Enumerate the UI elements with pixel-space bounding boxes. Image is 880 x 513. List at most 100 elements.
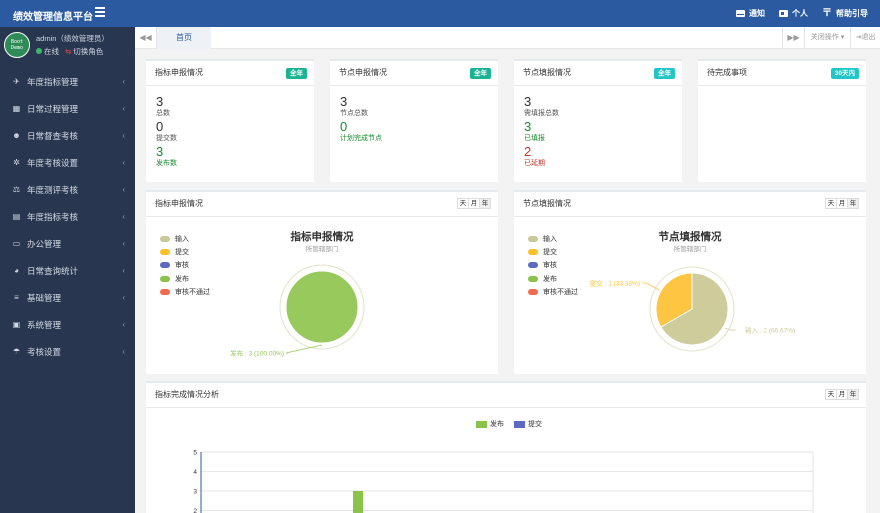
exit-label: 退出 xyxy=(861,34,876,41)
sidebar-item-8[interactable]: ≡ 基础管理 ‹ xyxy=(0,284,135,311)
sidebar-nav: ✈ 年度指标管理 ‹ ▦ 日常过程管理 ‹ ☻ 日常督查考核 ‹ ✲ 年度考核设置 ‹ ⚖ 年度测评考核 ‹… xyxy=(0,68,135,365)
send-icon: ✈ xyxy=(13,77,20,86)
chevron-left-icon: ‹ xyxy=(122,212,125,221)
profile-button[interactable]: 个人 xyxy=(779,8,808,19)
notify-label: 通知 xyxy=(749,9,765,18)
y-tick-label: 4 xyxy=(193,469,197,476)
card-body xyxy=(698,86,866,104)
app-brand[interactable]: 绩效管理信息平台 xyxy=(13,8,93,23)
card-header: 节点填报情况 全年 xyxy=(514,61,682,86)
close-ops-dropdown[interactable]: 关闭操作 ▾ xyxy=(804,27,850,49)
pie-data-label: 输入 : 2 (66.67%) xyxy=(745,326,795,335)
y-tick-label: 3 xyxy=(193,489,197,496)
switch-icon: ⇆ xyxy=(65,47,72,56)
pie-slice-发布[interactable] xyxy=(285,270,359,344)
calculator-icon: ▤ xyxy=(12,212,21,221)
calendar-icon: ▦ xyxy=(12,104,21,113)
switch-role-link[interactable]: ⇆ 切换角色 xyxy=(65,46,103,57)
stat-card-2: 节点填报情况 全年 3 需填报总数 3 已填报 2 已延期 xyxy=(514,59,682,182)
sidebar-item-label: 日常督查考核 xyxy=(27,130,79,141)
stat-card-3: 待完成事项 30天内 xyxy=(698,59,866,182)
avatar-text-bottom: Demo xyxy=(10,45,24,51)
pie-label-line xyxy=(724,327,736,331)
menu-toggle-icon[interactable] xyxy=(95,7,105,18)
sidebar-item-0[interactable]: ✈ 年度指标管理 ‹ xyxy=(0,68,135,95)
help-button[interactable]: 〒 帮助引导 xyxy=(822,8,868,19)
profile-label: 个人 xyxy=(792,9,808,18)
chevron-left-icon: ‹ xyxy=(122,347,125,356)
card-badge: 全年 xyxy=(286,68,307,79)
sidebar-item-2[interactable]: ☻ 日常督查考核 ‹ xyxy=(0,122,135,149)
card-label: 节点总数 xyxy=(340,110,368,117)
close-ops-label: 关闭操作 xyxy=(810,34,839,41)
tab-scroll-right-icon[interactable]: ▶▶ xyxy=(782,27,804,49)
sidebar-item-label: 年度测评考核 xyxy=(27,184,79,195)
chevron-left-icon: ‹ xyxy=(122,185,125,194)
card-value: 2 xyxy=(524,144,532,159)
pie-chart-indicator: 发布 : 3 (100.00%) xyxy=(230,264,365,358)
chevron-left-icon: ‹ xyxy=(122,320,125,329)
envelope-icon xyxy=(736,10,745,17)
avatar[interactable]: Boot Demo xyxy=(4,32,30,58)
top-navbar: 绩效管理信息平台 通知 个人 〒 帮助引导 xyxy=(0,0,880,27)
help-label: 帮助引导 xyxy=(836,9,868,18)
sidebar-item-label: 系统管理 xyxy=(27,319,62,330)
card-label: 已填报 xyxy=(524,135,545,142)
card-badge: 30天内 xyxy=(830,68,859,79)
card-badge: 全年 xyxy=(654,68,675,79)
sidebar-item-label: 年度指标考核 xyxy=(27,211,79,222)
card-label: 总数 xyxy=(156,110,170,117)
user-status-row: 在线 ⇆ 切换角色 xyxy=(36,46,103,57)
card-label: 提交数 xyxy=(156,135,177,142)
sidebar-item-1[interactable]: ▦ 日常过程管理 ‹ xyxy=(0,95,135,122)
sidebar-item-6[interactable]: ▭ 办公管理 ‹ xyxy=(0,230,135,257)
exit-button[interactable]: ⇥退出 xyxy=(850,27,880,49)
sidebar-item-label: 年度考核设置 xyxy=(27,157,79,168)
tab-scroll-left-icon[interactable]: ◀◀ xyxy=(135,27,157,49)
sidebar-item-9[interactable]: ▣ 系统管理 ‹ xyxy=(0,311,135,338)
online-dot-icon xyxy=(36,48,42,54)
chevron-left-icon: ‹ xyxy=(122,77,125,86)
laptop-icon: ▭ xyxy=(12,239,21,248)
bar-发布[interactable] xyxy=(353,491,363,513)
card-label: 已延期 xyxy=(524,160,545,167)
sidebar-item-label: 日常过程管理 xyxy=(27,103,79,114)
scale-icon: ⚖ xyxy=(12,185,21,194)
bar-chart-completion: 2 3 4 5 xyxy=(193,450,814,513)
pie-panel-node: 节点填报情况 天 月 年 输入 提交 审核 发布 审核不通过 节点填报情况 所管辖部门 … xyxy=(514,190,866,374)
notify-button[interactable]: 通知 xyxy=(736,8,765,19)
card-value: 3 xyxy=(156,144,164,159)
sidebar-item-4[interactable]: ⚖ 年度测评考核 ‹ xyxy=(0,176,135,203)
card-value: 0 xyxy=(340,119,348,134)
gear-icon: ✲ xyxy=(13,158,20,167)
card-title: 节点申报情况 xyxy=(339,68,387,77)
user-panel: Boot Demo admin（绩效管理员） 在线 ⇆ 切换角色 xyxy=(0,27,135,61)
online-status: 在线 xyxy=(36,46,59,57)
card-label: 计划完成节点 xyxy=(340,135,382,142)
card-value: 3 xyxy=(156,94,164,109)
chevron-left-icon: ‹ xyxy=(122,131,125,140)
pie-data-label: 提交 : 1 (33.33%) xyxy=(590,279,640,288)
y-tick-label: 2 xyxy=(193,508,197,513)
card-header: 指标申报情况 全年 xyxy=(146,61,314,86)
card-label: 发布数 xyxy=(156,160,177,167)
sidebar-item-label: 日常查询统计 xyxy=(27,265,79,276)
sidebar-item-5[interactable]: ▤ 年度指标考核 ‹ xyxy=(0,203,135,230)
card-title: 待完成事项 xyxy=(707,68,747,77)
sidebar-item-10[interactable]: ☂ 考核设置 ‹ xyxy=(0,338,135,365)
sidebar-item-3[interactable]: ✲ 年度考核设置 ‹ xyxy=(0,149,135,176)
tab-home[interactable]: 首页 xyxy=(157,27,211,49)
sidebar-item-label: 办公管理 xyxy=(27,238,62,249)
card-value: 0 xyxy=(156,119,164,134)
chevron-left-icon: ‹ xyxy=(122,266,125,275)
id-card-icon xyxy=(779,10,788,17)
stat-card-1: 节点申报情况 全年 3 节点总数 0 计划完成节点 xyxy=(330,59,498,182)
card-value: 3 xyxy=(524,119,532,134)
chevron-left-icon: ‹ xyxy=(122,239,125,248)
pie-chart-icon: ◕ xyxy=(14,266,19,275)
sidebar-item-7[interactable]: ◕ 日常查询统计 ‹ xyxy=(0,257,135,284)
card-header: 待完成事项 30天内 xyxy=(698,61,866,86)
top-right-menu: 通知 个人 〒 帮助引导 xyxy=(736,8,868,19)
umbrella-icon: ☂ xyxy=(12,347,21,356)
card-body: 3 需填报总数 3 已填报 2 已延期 xyxy=(514,86,682,179)
